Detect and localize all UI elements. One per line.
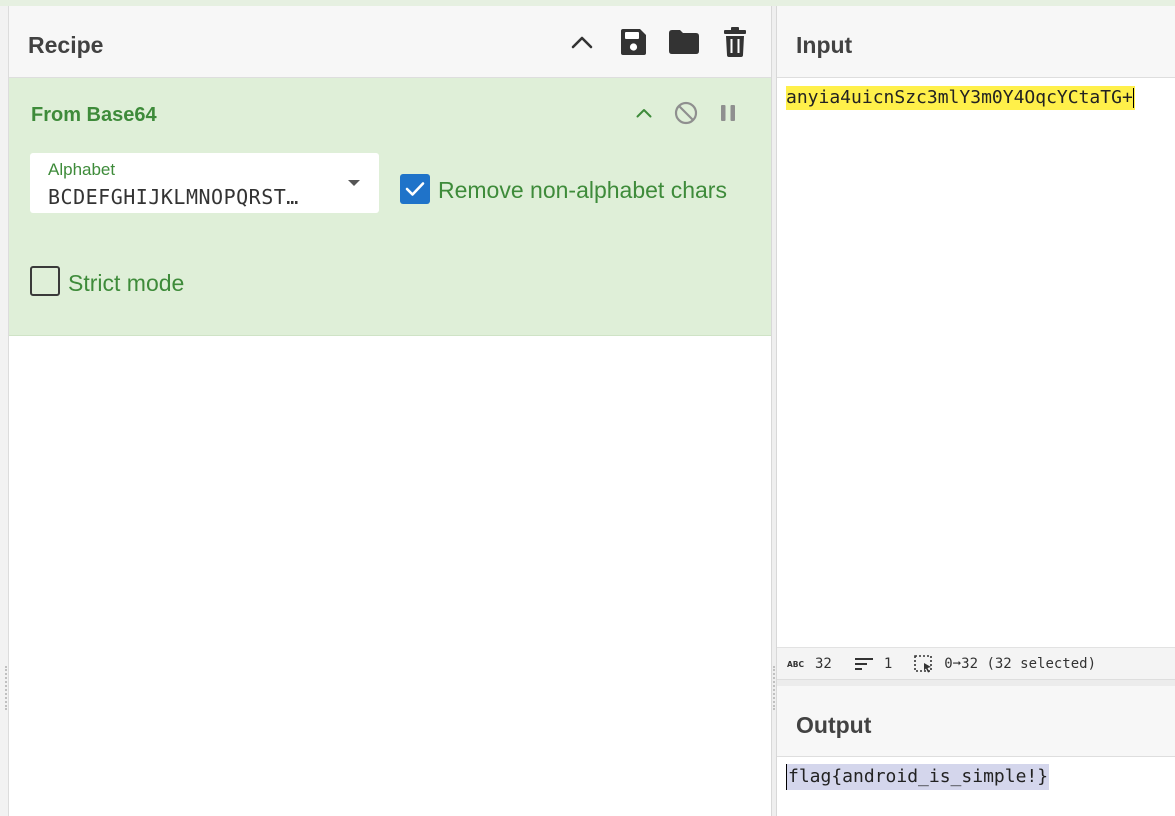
length-value: 32 xyxy=(815,655,832,672)
clear-recipe-button[interactable] xyxy=(718,25,752,59)
lines-status: 1 xyxy=(854,656,892,672)
pane-resize-grip[interactable] xyxy=(773,666,775,710)
input-status-bar: ABC 32 1 0➞32 (32 selected) xyxy=(777,647,1175,680)
output-text[interactable]: flag{android_is_simple!} xyxy=(786,764,1050,790)
chevron-up-icon xyxy=(571,36,593,49)
save-recipe-button[interactable] xyxy=(616,25,650,59)
input-textarea[interactable]: anyia4uicnSzc3mlY3m0Y4OqcYCtaTG+ xyxy=(786,86,1135,110)
alphabet-select[interactable]: Alphabet BCDEFGHIJKLMNOPQRST… xyxy=(30,153,379,213)
disable-operation-button[interactable] xyxy=(671,98,701,128)
remove-non-alphabet-label[interactable]: Remove non-alphabet chars xyxy=(438,177,727,204)
save-icon xyxy=(621,29,646,55)
pause-icon xyxy=(721,105,735,121)
recipe-title: Recipe xyxy=(28,32,104,58)
left-resize-grip[interactable] xyxy=(5,666,7,710)
left-gutter xyxy=(0,6,9,816)
svg-text:ABC: ABC xyxy=(787,660,805,669)
collapse-all-button[interactable] xyxy=(565,25,599,59)
caret-down-icon xyxy=(348,180,360,186)
trash-icon xyxy=(724,27,746,57)
output-title: Output xyxy=(796,712,872,738)
selection-value: 0➞32 (32 selected) xyxy=(944,655,1097,672)
selection-status: 0➞32 (32 selected) xyxy=(914,654,1097,673)
length-status: ABC 32 xyxy=(787,656,832,672)
operation-from-base64[interactable]: From Base64 Alphabet BCDEFGHIJKLMNOPQRST… xyxy=(9,78,771,336)
input-pane: Input anyia4uicnSzc3mlY3m0Y4OqcYCtaTG+ A… xyxy=(777,6,1175,680)
recipe-header: Recipe xyxy=(9,6,771,78)
alphabet-label: Alphabet xyxy=(48,160,116,179)
abc-icon: ABC xyxy=(787,660,805,669)
chevron-up-icon xyxy=(636,109,652,118)
recipe-pane: Recipe From Base64 Alphabet BCDEFGHIJKLM… xyxy=(9,6,771,816)
folder-icon xyxy=(669,30,699,54)
strict-mode-checkbox[interactable] xyxy=(30,266,60,296)
input-header: Input xyxy=(777,6,1175,78)
lines-value: 1 xyxy=(883,655,893,672)
strict-mode-label[interactable]: Strict mode xyxy=(68,270,184,297)
breakpoint-button[interactable] xyxy=(713,98,743,128)
operation-title: From Base64 xyxy=(31,104,157,126)
alphabet-value: BCDEFGHIJKLMNOPQRST… xyxy=(48,185,299,209)
lines-icon xyxy=(854,657,873,670)
collapse-operation-button[interactable] xyxy=(629,98,659,128)
disable-icon xyxy=(674,101,698,125)
checkmark-icon xyxy=(405,182,425,196)
selection-icon xyxy=(914,654,933,672)
load-recipe-button[interactable] xyxy=(667,25,701,59)
remove-non-alphabet-checkbox[interactable] xyxy=(400,174,430,204)
output-header: Output xyxy=(777,686,1175,757)
input-title: Input xyxy=(796,32,853,58)
output-pane: Output flag{android_is_simple!} xyxy=(777,686,1175,816)
